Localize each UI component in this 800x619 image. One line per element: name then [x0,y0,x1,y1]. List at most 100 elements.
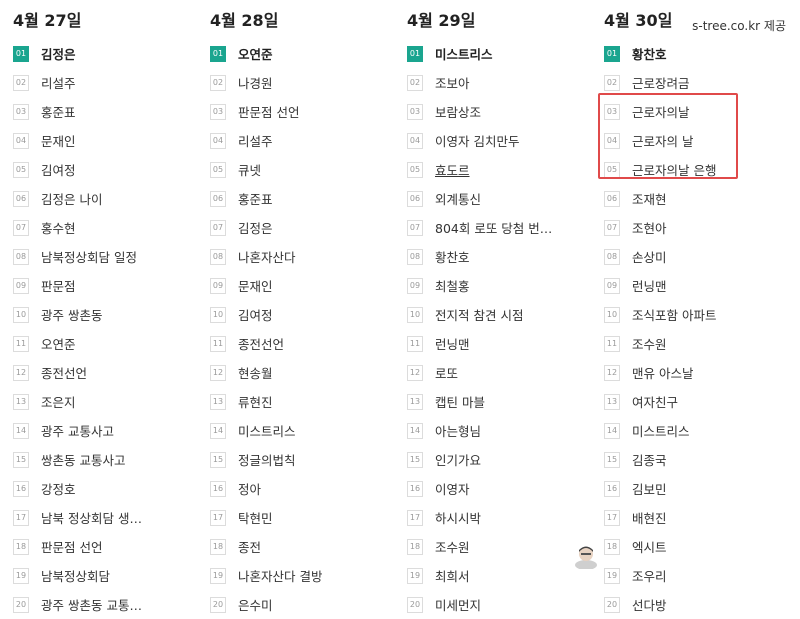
rank-keyword-link[interactable]: 탁현민 [238,508,273,527]
rank-item[interactable]: 14 광주 교통사고 [13,416,210,445]
rank-item[interactable]: 11 조수원 [604,329,800,358]
rank-item[interactable]: 01 김정은 [13,39,210,68]
rank-keyword-link[interactable]: 조수원 [632,334,667,353]
rank-item[interactable]: 20 선다방 [604,590,800,619]
rank-item[interactable]: 18 종전 [210,532,407,561]
rank-item[interactable]: 14 아는형님 [407,416,604,445]
rank-item[interactable]: 18 판문점 선언 [13,532,210,561]
rank-item[interactable]: 17 배현진 [604,503,800,532]
rank-item[interactable]: 06 외계통신 [407,184,604,213]
rank-item[interactable]: 03 홍준표 [13,97,210,126]
rank-item[interactable]: 08 손상미 [604,242,800,271]
rank-keyword-link[interactable]: 오연준 [41,334,76,353]
rank-keyword-link[interactable]: 조식포함 아파트 [632,305,716,324]
rank-keyword-link[interactable]: 쌍촌동 교통사고 [41,450,125,469]
rank-keyword-link[interactable]: 김여정 [41,160,76,179]
rank-item[interactable]: 02 나경원 [210,68,407,97]
rank-keyword-link[interactable]: 나혼자산다 결방 [238,566,322,585]
rank-item[interactable]: 11 종전선언 [210,329,407,358]
rank-item[interactable]: 15 김종국 [604,445,800,474]
rank-item[interactable]: 06 홍준표 [210,184,407,213]
rank-item[interactable]: 16 김보민 [604,474,800,503]
rank-keyword-link[interactable]: 황찬호 [435,247,470,266]
rank-item[interactable]: 08 남북정상회담 일정 [13,242,210,271]
rank-item[interactable]: 03 판문점 선언 [210,97,407,126]
rank-item[interactable]: 06 조재현 [604,184,800,213]
rank-keyword-link[interactable]: 근로장려금 [632,73,690,92]
rank-keyword-link[interactable]: 최희서 [435,566,470,585]
rank-keyword-link[interactable]: 외계통신 [435,189,481,208]
rank-item[interactable]: 02 리설주 [13,68,210,97]
rank-item[interactable]: 20 은수미 [210,590,407,619]
rank-item[interactable]: 19 남북정상회담 [13,561,210,590]
rank-item[interactable]: 08 황찬호 [407,242,604,271]
rank-item[interactable]: 17 하시시박 [407,503,604,532]
rank-keyword-link[interactable]: 김정은 나이 [41,189,102,208]
rank-keyword-link[interactable]: 최철홍 [435,276,470,295]
rank-item[interactable]: 01 미스트리스 [407,39,604,68]
rank-item[interactable]: 02 근로장려금 [604,68,800,97]
rank-item[interactable]: 12 맨유 아스날 [604,358,800,387]
rank-keyword-link[interactable]: 런닝맨 [632,276,667,295]
rank-keyword-link[interactable]: 손상미 [632,247,667,266]
rank-keyword-link[interactable]: 배현진 [632,508,667,527]
rank-keyword-link[interactable]: 홍준표 [41,102,76,121]
rank-keyword-link[interactable]: 조수원 [435,537,470,556]
rank-keyword-link[interactable]: 김종국 [632,450,667,469]
rank-item[interactable]: 05 근로자의날 은행 [604,155,800,184]
rank-item[interactable]: 17 남북 정상회담 생… [13,503,210,532]
rank-keyword-link[interactable]: 김정은 [238,218,273,237]
rank-keyword-link[interactable]: 류현진 [238,392,273,411]
rank-item[interactable]: 07 조현아 [604,213,800,242]
rank-item[interactable]: 05 효도르 [407,155,604,184]
rank-item[interactable]: 13 조은지 [13,387,210,416]
rank-item[interactable]: 12 현송월 [210,358,407,387]
rank-keyword-link[interactable]: 근로자의 날 [632,131,693,150]
rank-keyword-link[interactable]: 근로자의날 [632,102,690,121]
rank-keyword-link[interactable]: 광주 쌍촌동 [41,305,102,324]
rank-item[interactable]: 03 보람상조 [407,97,604,126]
rank-item[interactable]: 17 탁현민 [210,503,407,532]
rank-keyword-link[interactable]: 광주 교통사고 [41,421,114,440]
rank-item[interactable]: 09 문재인 [210,271,407,300]
rank-item[interactable]: 20 미세먼지 [407,590,604,619]
rank-keyword-link[interactable]: 효도르 [435,160,470,179]
rank-keyword-link[interactable]: 조보아 [435,73,470,92]
rank-item[interactable]: 13 류현진 [210,387,407,416]
rank-item[interactable]: 07 김정은 [210,213,407,242]
rank-keyword-link[interactable]: 판문점 [41,276,76,295]
rank-keyword-link[interactable]: 미스트리스 [632,421,690,440]
rank-keyword-link[interactable]: 종전선언 [41,363,87,382]
rank-keyword-link[interactable]: 오연준 [238,44,273,63]
rank-keyword-link[interactable]: 리설주 [238,131,273,150]
rank-keyword-link[interactable]: 미스트리스 [435,44,493,63]
rank-item[interactable]: 06 김정은 나이 [13,184,210,213]
rank-item[interactable]: 15 정글의법칙 [210,445,407,474]
rank-keyword-link[interactable]: 런닝맨 [435,334,470,353]
rank-item[interactable]: 13 여자친구 [604,387,800,416]
rank-keyword-link[interactable]: 판문점 선언 [238,102,299,121]
rank-keyword-link[interactable]: 조우리 [632,566,667,585]
rank-keyword-link[interactable]: 은수미 [238,595,273,614]
rank-item[interactable]: 10 조식포함 아파트 [604,300,800,329]
rank-keyword-link[interactable]: 황찬호 [632,44,667,63]
rank-item[interactable]: 15 쌍촌동 교통사고 [13,445,210,474]
rank-keyword-link[interactable]: 홍수현 [41,218,76,237]
rank-keyword-link[interactable]: 미세먼지 [435,595,481,614]
rank-keyword-link[interactable]: 이영자 [435,479,470,498]
rank-keyword-link[interactable]: 보람상조 [435,102,481,121]
rank-item[interactable]: 03 근로자의날 [604,97,800,126]
rank-keyword-link[interactable]: 근로자의날 은행 [632,160,716,179]
rank-keyword-link[interactable]: 조재현 [632,189,667,208]
rank-item[interactable]: 04 리설주 [210,126,407,155]
rank-keyword-link[interactable]: 전지적 참견 시점 [435,305,523,324]
rank-keyword-link[interactable]: 나혼자산다 [238,247,296,266]
rank-item[interactable]: 05 큐넷 [210,155,407,184]
rank-keyword-link[interactable]: 하시시박 [435,508,481,527]
rank-keyword-link[interactable]: 정글의법칙 [238,450,296,469]
rank-item[interactable]: 16 강정호 [13,474,210,503]
rank-item[interactable]: 07 홍수현 [13,213,210,242]
rank-item[interactable]: 19 조우리 [604,561,800,590]
rank-keyword-link[interactable]: 광주 쌍촌동 교통… [41,595,142,614]
rank-keyword-link[interactable]: 조은지 [41,392,76,411]
